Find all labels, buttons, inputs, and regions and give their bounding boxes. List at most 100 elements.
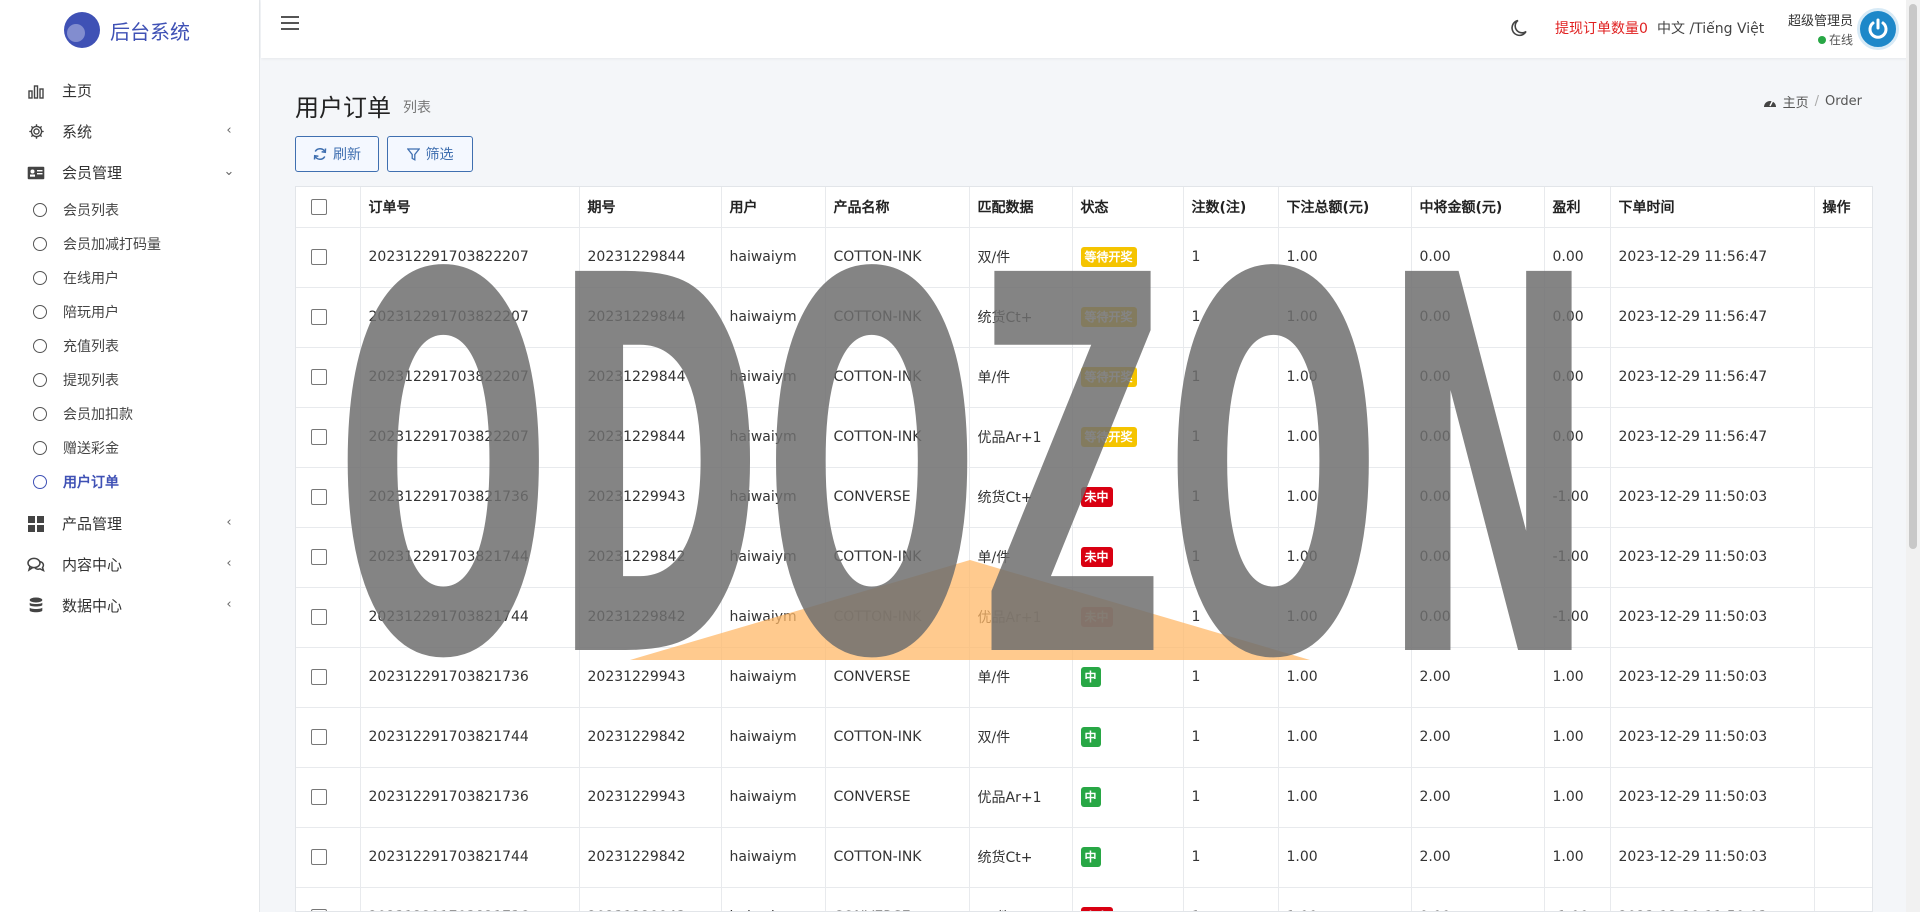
status-badge: 中 (1080, 787, 1101, 807)
breadcrumb-home[interactable]: 主页 (1783, 92, 1809, 111)
cell-match: 单/件 (969, 647, 1073, 708)
cell-actions[interactable] (1814, 707, 1872, 768)
table-row[interactable]: 20231229170382173620231229943haiwaiymCON… (296, 467, 1872, 528)
row-checkbox-cell[interactable] (296, 287, 361, 348)
table-row[interactable]: 20231229170382173620231229943haiwaiymCON… (296, 767, 1872, 828)
row-checkbox-cell[interactable] (296, 587, 361, 648)
row-checkbox-cell[interactable] (296, 227, 361, 288)
row-checkbox[interactable] (311, 369, 327, 385)
filter-button[interactable]: 筛选 (387, 136, 473, 172)
cell-actions[interactable] (1814, 407, 1872, 468)
row-checkbox-cell[interactable] (296, 407, 361, 468)
row-checkbox[interactable] (311, 429, 327, 445)
row-checkbox[interactable] (311, 669, 327, 685)
row-checkbox-cell[interactable] (296, 887, 361, 911)
sidebar-item-home[interactable]: 主页 (0, 70, 259, 111)
cell-actions[interactable] (1814, 287, 1872, 348)
cell-actions[interactable] (1814, 827, 1872, 888)
cell-actions[interactable] (1814, 467, 1872, 528)
cell-actions[interactable] (1814, 227, 1872, 288)
table-row[interactable]: 202312291703822207 20231229844 haiwaiym COT… (296, 347, 1872, 408)
subnav-item-bonus[interactable]: 赠送彩金 (0, 431, 259, 465)
select-all-checkbox[interactable] (311, 198, 327, 215)
row-checkbox[interactable] (311, 849, 327, 865)
sidebar-item-system[interactable]: 系统 ‹ (0, 111, 259, 152)
row-checkbox-cell[interactable] (296, 647, 361, 708)
select-all-checkbox-cell[interactable] (296, 187, 361, 228)
row-checkbox[interactable] (311, 309, 327, 325)
page-scrollbar[interactable] (1906, 0, 1920, 912)
sidebar-item-content-center[interactable]: 内容中心 ‹ (0, 544, 259, 585)
column-header[interactable]: 中将金额(元) (1411, 187, 1545, 228)
cell-period: 20231229844 (579, 407, 722, 468)
scrollbar-thumb[interactable] (1909, 4, 1917, 549)
subnav-label: 会员列表 (63, 203, 119, 219)
row-checkbox-cell[interactable] (296, 467, 361, 528)
cell-win: 0.00 (1411, 407, 1545, 468)
hamburger-menu-icon[interactable] (281, 16, 299, 34)
subnav-item-recharge-list[interactable]: 充值列表 (0, 329, 259, 363)
row-checkbox[interactable] (311, 609, 327, 625)
column-header[interactable]: 匹配数据 (969, 187, 1073, 228)
table-row[interactable]: 202312291703821744 20231229842 haiwaiym COT… (296, 527, 1872, 588)
subnav-item-member-list[interactable]: 会员列表 (0, 193, 259, 227)
row-checkbox[interactable] (311, 489, 327, 505)
table-row[interactable]: 202312291703822207 20231229844 haiwaiym COT… (296, 407, 1872, 468)
cell-actions[interactable] (1814, 647, 1872, 708)
cell-time: 2023-12-29 11:56:47 (1610, 407, 1815, 468)
chevron-left-icon: ‹ (226, 556, 232, 571)
sidebar-item-label: 产品管理 (62, 515, 123, 533)
row-checkbox-cell[interactable] (296, 527, 361, 588)
cell-actions[interactable] (1814, 767, 1872, 828)
sidebar-item-data-center[interactable]: 数据中心 ‹ (0, 585, 259, 626)
row-checkbox[interactable] (311, 789, 327, 805)
column-header[interactable]: 盈利 (1544, 187, 1611, 228)
table-row[interactable]: 20231229170382173620231229943haiwaiymCON… (296, 647, 1872, 708)
column-header[interactable]: 订单号 (360, 187, 580, 228)
table-row[interactable]: 202312291703822207 20231229844 haiwaiym COT… (296, 227, 1872, 288)
language-switch[interactable]: 中文 /Tiếng Việt (1657, 18, 1764, 38)
row-checkbox-cell[interactable] (296, 767, 361, 828)
cell-profit: -1.00 (1544, 587, 1611, 648)
moon-icon[interactable] (1509, 18, 1531, 40)
row-checkbox[interactable] (311, 729, 327, 745)
column-header[interactable]: 下注总额(元) (1278, 187, 1412, 228)
table-row[interactable]: 202312291703821744 20231229842 haiwaiym COT… (296, 707, 1872, 768)
row-checkbox[interactable] (311, 249, 327, 265)
subnav-item-user-orders[interactable]: 用户订单 (0, 465, 259, 499)
cell-actions[interactable] (1814, 527, 1872, 588)
column-header[interactable]: 状态 (1072, 187, 1184, 228)
refresh-button[interactable]: 刷新 (295, 136, 379, 172)
cell-match: 优品Ar+1 (969, 767, 1073, 828)
table-row[interactable]: 202312291703821744 20231229842 haiwaiym COT… (296, 827, 1872, 888)
column-header[interactable]: 下单时间 (1610, 187, 1815, 228)
column-header[interactable]: 用户 (721, 187, 826, 228)
table-row[interactable]: 202312291703822207 20231229844 haiwaiym COT… (296, 287, 1872, 348)
subnav-item-member-balance-adjust[interactable]: 会员加扣款 (0, 397, 259, 431)
subnav-item-online-users[interactable]: 在线用户 (0, 261, 259, 295)
column-header[interactable]: 期号 (579, 187, 722, 228)
cell-profit: -1.00 (1544, 467, 1611, 528)
table-row[interactable]: 202312291703821744 20231229842 haiwaiym COT… (296, 587, 1872, 648)
user-info[interactable]: 超级管理员 在线 (1773, 10, 1853, 48)
cell-actions[interactable] (1814, 347, 1872, 408)
column-header[interactable]: 注数(注) (1183, 187, 1279, 228)
sidebar-item-member-management[interactable]: 会员管理 ⌄ (0, 152, 259, 193)
cell-actions[interactable] (1814, 887, 1872, 911)
cell-bet: 1.00 (1278, 887, 1412, 911)
table-row[interactable]: 20231229170382173620231229943haiwaiymCON… (296, 887, 1872, 911)
subnav-item-withdraw-list[interactable]: 提现列表 (0, 363, 259, 397)
subnav-item-companion-users[interactable]: 陪玩用户 (0, 295, 259, 329)
cell-actions[interactable] (1814, 587, 1872, 648)
withdraw-order-count[interactable]: 提现订单数量0 (1555, 18, 1648, 38)
column-header[interactable]: 产品名称 (825, 187, 970, 228)
avatar[interactable] (1857, 8, 1899, 50)
row-checkbox-cell[interactable] (296, 827, 361, 888)
row-checkbox-cell[interactable] (296, 707, 361, 768)
row-checkbox-cell[interactable] (296, 347, 361, 408)
subnav-item-member-code-adjust[interactable]: 会员加减打码量 (0, 227, 259, 261)
sidebar-item-product-management[interactable]: 产品管理 ‹ (0, 503, 259, 544)
cell-period: 20231229844 (579, 287, 722, 348)
brand[interactable]: 后台系统 (0, 0, 259, 60)
row-checkbox[interactable] (311, 549, 327, 565)
